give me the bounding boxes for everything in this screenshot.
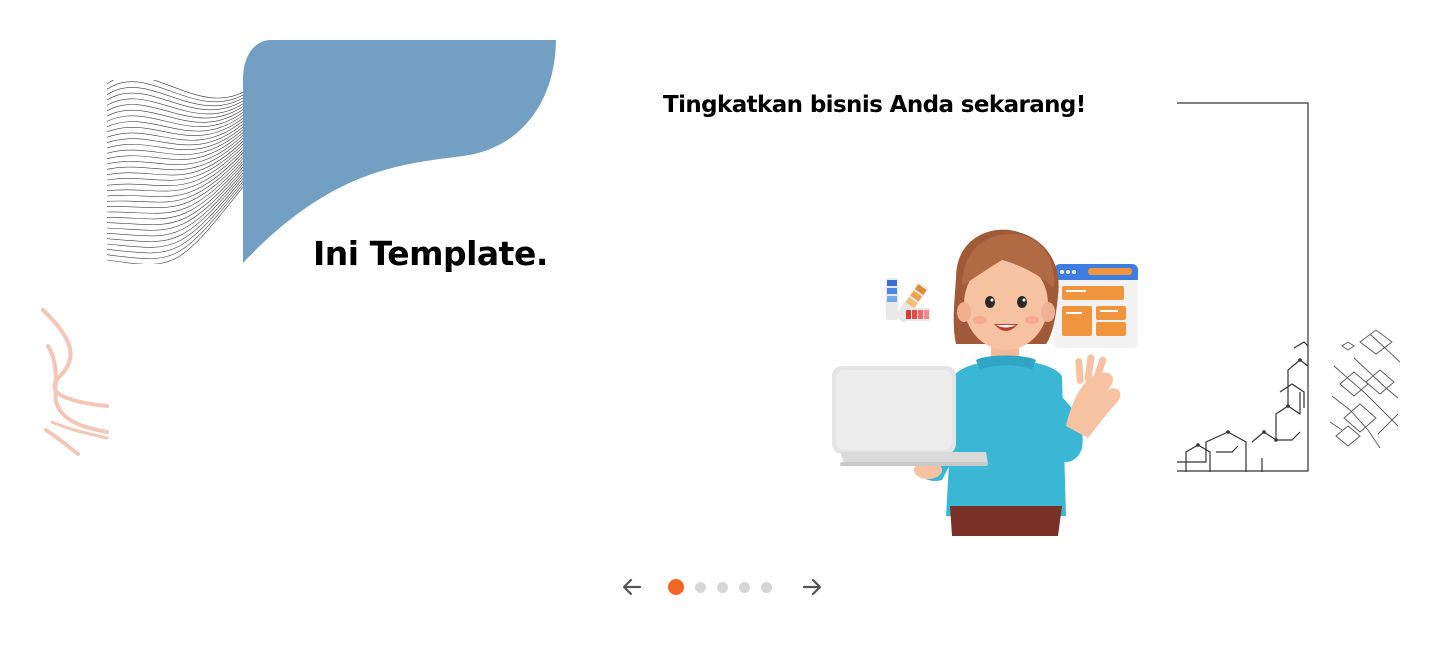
wave-line	[107, 125, 247, 155]
wave-line	[107, 176, 247, 254]
slide-title-right: Tingkatkan bisnis Anda sekarang!	[663, 92, 1086, 118]
next-slide-button[interactable]	[800, 575, 824, 599]
blue-blob-shape	[243, 40, 556, 263]
color-swatch-icon	[886, 278, 930, 323]
ui-window-icon	[1054, 264, 1138, 348]
wave-line	[107, 106, 247, 123]
pagination-dot[interactable]	[717, 581, 728, 593]
peach-curves-decoration	[41, 308, 109, 456]
slide-title: Ini Template.	[313, 234, 548, 273]
arrow-left-icon	[622, 578, 642, 596]
pagination-dot[interactable]	[668, 579, 684, 595]
pagination-dot[interactable]	[695, 581, 706, 593]
pagination-dot[interactable]	[739, 581, 750, 593]
wave-line	[107, 92, 247, 111]
wave-line	[107, 179, 247, 259]
wave-line	[107, 162, 247, 225]
wave-line	[107, 80, 247, 99]
wave-lines-decoration	[107, 80, 247, 264]
circuit-decoration	[1330, 329, 1400, 449]
wave-line	[107, 137, 247, 176]
pagination-dot[interactable]	[761, 581, 772, 593]
frame-lines-decoration	[1177, 102, 1309, 472]
wave-line	[107, 173, 247, 248]
wave-line	[107, 139, 247, 181]
prev-slide-button[interactable]	[620, 575, 644, 599]
wave-line	[107, 87, 247, 107]
pagination-dots	[668, 579, 772, 595]
carousel-controls	[620, 574, 824, 600]
person-with-laptop-illustration	[832, 229, 1138, 536]
wave-line	[107, 170, 247, 242]
arrow-right-icon	[802, 578, 822, 596]
